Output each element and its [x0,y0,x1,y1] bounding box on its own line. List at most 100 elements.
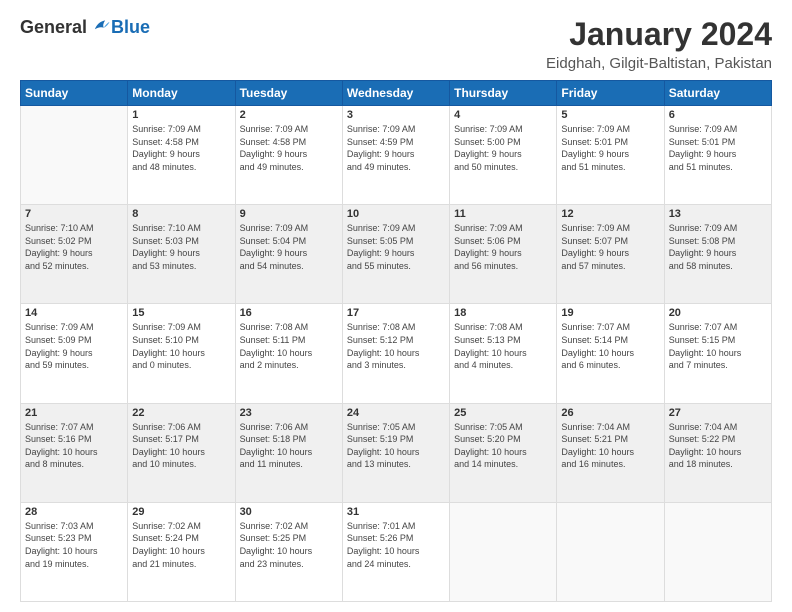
day-info: Sunrise: 7:09 AMSunset: 5:07 PMDaylight:… [561,222,659,272]
day-info: Sunrise: 7:01 AMSunset: 5:26 PMDaylight:… [347,520,445,570]
calendar-header-thursday: Thursday [450,81,557,106]
day-number: 25 [454,407,552,419]
day-number: 1 [132,109,230,121]
calendar-cell: 13 Sunrise: 7:09 AMSunset: 5:08 PMDayligh… [664,205,771,304]
day-number: 24 [347,407,445,419]
title-section: January 2024 Eidghah, Gilgit-Baltistan, … [546,16,772,72]
day-number: 13 [669,208,767,220]
day-info: Sunrise: 7:09 AMSunset: 5:09 PMDaylight:… [25,321,123,371]
logo-general-text: General [20,17,87,38]
day-info: Sunrise: 7:09 AMSunset: 5:00 PMDaylight:… [454,123,552,173]
day-info: Sunrise: 7:08 AMSunset: 5:13 PMDaylight:… [454,321,552,371]
calendar-row-0: 1 Sunrise: 7:09 AMSunset: 4:58 PMDaylight… [21,106,772,205]
day-number: 15 [132,307,230,319]
calendar-cell: 10Sunrise: 7:09 AMSunset: 5:05 PMDayligh… [342,205,449,304]
calendar-cell: 23 Sunrise: 7:06 AMSunset: 5:18 PMDayligh… [235,403,342,502]
day-number: 6 [669,109,767,121]
day-info: Sunrise: 7:05 AMSunset: 5:20 PMDaylight:… [454,421,552,471]
page: General Blue January 2024 Eidghah, Gilgi… [0,0,792,612]
calendar-cell: 20 Sunrise: 7:07 AMSunset: 5:15 PMDayligh… [664,304,771,403]
logo-bird-icon [89,16,111,38]
calendar-header-sunday: Sunday [21,81,128,106]
calendar-cell [450,502,557,601]
day-number: 12 [561,208,659,220]
day-info: Sunrise: 7:09 AMSunset: 4:59 PMDaylight:… [347,123,445,173]
day-info: Sunrise: 7:05 AMSunset: 5:19 PMDaylight:… [347,421,445,471]
day-info: Sunrise: 7:09 AMSunset: 5:08 PMDaylight:… [669,222,767,272]
header: General Blue January 2024 Eidghah, Gilgi… [20,16,772,72]
calendar-cell: 28Sunrise: 7:03 AMSunset: 5:23 PMDayligh… [21,502,128,601]
calendar-cell: 19Sunrise: 7:07 AMSunset: 5:14 PMDayligh… [557,304,664,403]
calendar-row-2: 14Sunrise: 7:09 AMSunset: 5:09 PMDayligh… [21,304,772,403]
day-info: Sunrise: 7:10 AMSunset: 5:03 PMDaylight:… [132,222,230,272]
day-info: Sunrise: 7:07 AMSunset: 5:16 PMDaylight:… [25,421,123,471]
day-info: Sunrise: 7:06 AMSunset: 5:17 PMDaylight:… [132,421,230,471]
day-info: Sunrise: 7:02 AMSunset: 5:25 PMDaylight:… [240,520,338,570]
day-number: 27 [669,407,767,419]
day-number: 11 [454,208,552,220]
day-info: Sunrise: 7:06 AMSunset: 5:18 PMDaylight:… [240,421,338,471]
calendar-header-wednesday: Wednesday [342,81,449,106]
calendar-cell: 15 Sunrise: 7:09 AMSunset: 5:10 PMDayligh… [128,304,235,403]
calendar-cell: 27 Sunrise: 7:04 AMSunset: 5:22 PMDayligh… [664,403,771,502]
day-number: 31 [347,506,445,518]
day-info: Sunrise: 7:09 AMSunset: 5:06 PMDaylight:… [454,222,552,272]
main-title: January 2024 [546,16,772,53]
day-number: 4 [454,109,552,121]
calendar-cell: 9 Sunrise: 7:09 AMSunset: 5:04 PMDaylight… [235,205,342,304]
calendar-cell [557,502,664,601]
calendar-cell: 18 Sunrise: 7:08 AMSunset: 5:13 PMDayligh… [450,304,557,403]
day-info: Sunrise: 7:09 AMSunset: 5:01 PMDaylight:… [669,123,767,173]
day-number: 7 [25,208,123,220]
day-number: 28 [25,506,123,518]
day-number: 16 [240,307,338,319]
day-info: Sunrise: 7:09 AMSunset: 5:04 PMDaylight:… [240,222,338,272]
day-info: Sunrise: 7:09 AMSunset: 4:58 PMDaylight:… [240,123,338,173]
day-info: Sunrise: 7:09 AMSunset: 4:58 PMDaylight:… [132,123,230,173]
calendar-cell: 24 Sunrise: 7:05 AMSunset: 5:19 PMDayligh… [342,403,449,502]
calendar-cell: 12 Sunrise: 7:09 AMSunset: 5:07 PMDayligh… [557,205,664,304]
calendar-cell: 31 Sunrise: 7:01 AMSunset: 5:26 PMDayligh… [342,502,449,601]
day-info: Sunrise: 7:09 AMSunset: 5:05 PMDaylight:… [347,222,445,272]
day-number: 21 [25,407,123,419]
calendar-cell: 25 Sunrise: 7:05 AMSunset: 5:20 PMDayligh… [450,403,557,502]
day-number: 2 [240,109,338,121]
day-info: Sunrise: 7:09 AMSunset: 5:01 PMDaylight:… [561,123,659,173]
calendar-header-saturday: Saturday [664,81,771,106]
calendar-table: SundayMondayTuesdayWednesdayThursdayFrid… [20,80,772,602]
calendar-cell: 7 Sunrise: 7:10 AMSunset: 5:02 PMDaylight… [21,205,128,304]
day-number: 18 [454,307,552,319]
day-number: 17 [347,307,445,319]
day-info: Sunrise: 7:07 AMSunset: 5:15 PMDaylight:… [669,321,767,371]
calendar-cell: 8 Sunrise: 7:10 AMSunset: 5:03 PMDaylight… [128,205,235,304]
calendar-cell: 16 Sunrise: 7:08 AMSunset: 5:11 PMDayligh… [235,304,342,403]
day-number: 23 [240,407,338,419]
day-info: Sunrise: 7:08 AMSunset: 5:11 PMDaylight:… [240,321,338,371]
day-info: Sunrise: 7:09 AMSunset: 5:10 PMDaylight:… [132,321,230,371]
calendar-cell [21,106,128,205]
day-info: Sunrise: 7:02 AMSunset: 5:24 PMDaylight:… [132,520,230,570]
calendar-cell: 17Sunrise: 7:08 AMSunset: 5:12 PMDayligh… [342,304,449,403]
calendar-cell: 29Sunrise: 7:02 AMSunset: 5:24 PMDayligh… [128,502,235,601]
calendar-header-friday: Friday [557,81,664,106]
calendar-cell: 5 Sunrise: 7:09 AMSunset: 5:01 PMDaylight… [557,106,664,205]
calendar-header-monday: Monday [128,81,235,106]
calendar-cell: 22Sunrise: 7:06 AMSunset: 5:17 PMDayligh… [128,403,235,502]
calendar-cell: 6 Sunrise: 7:09 AMSunset: 5:01 PMDaylight… [664,106,771,205]
day-info: Sunrise: 7:10 AMSunset: 5:02 PMDaylight:… [25,222,123,272]
calendar-cell: 3Sunrise: 7:09 AMSunset: 4:59 PMDaylight… [342,106,449,205]
day-number: 8 [132,208,230,220]
day-number: 5 [561,109,659,121]
logo: General Blue [20,16,150,38]
day-info: Sunrise: 7:04 AMSunset: 5:22 PMDaylight:… [669,421,767,471]
calendar-cell: 30Sunrise: 7:02 AMSunset: 5:25 PMDayligh… [235,502,342,601]
day-number: 19 [561,307,659,319]
calendar-row-1: 7 Sunrise: 7:10 AMSunset: 5:02 PMDaylight… [21,205,772,304]
calendar-cell [664,502,771,601]
day-number: 9 [240,208,338,220]
day-number: 20 [669,307,767,319]
calendar-header-row: SundayMondayTuesdayWednesdayThursdayFrid… [21,81,772,106]
calendar-cell: 1 Sunrise: 7:09 AMSunset: 4:58 PMDaylight… [128,106,235,205]
subtitle: Eidghah, Gilgit-Baltistan, Pakistan [546,55,772,72]
calendar-cell: 2 Sunrise: 7:09 AMSunset: 4:58 PMDaylight… [235,106,342,205]
